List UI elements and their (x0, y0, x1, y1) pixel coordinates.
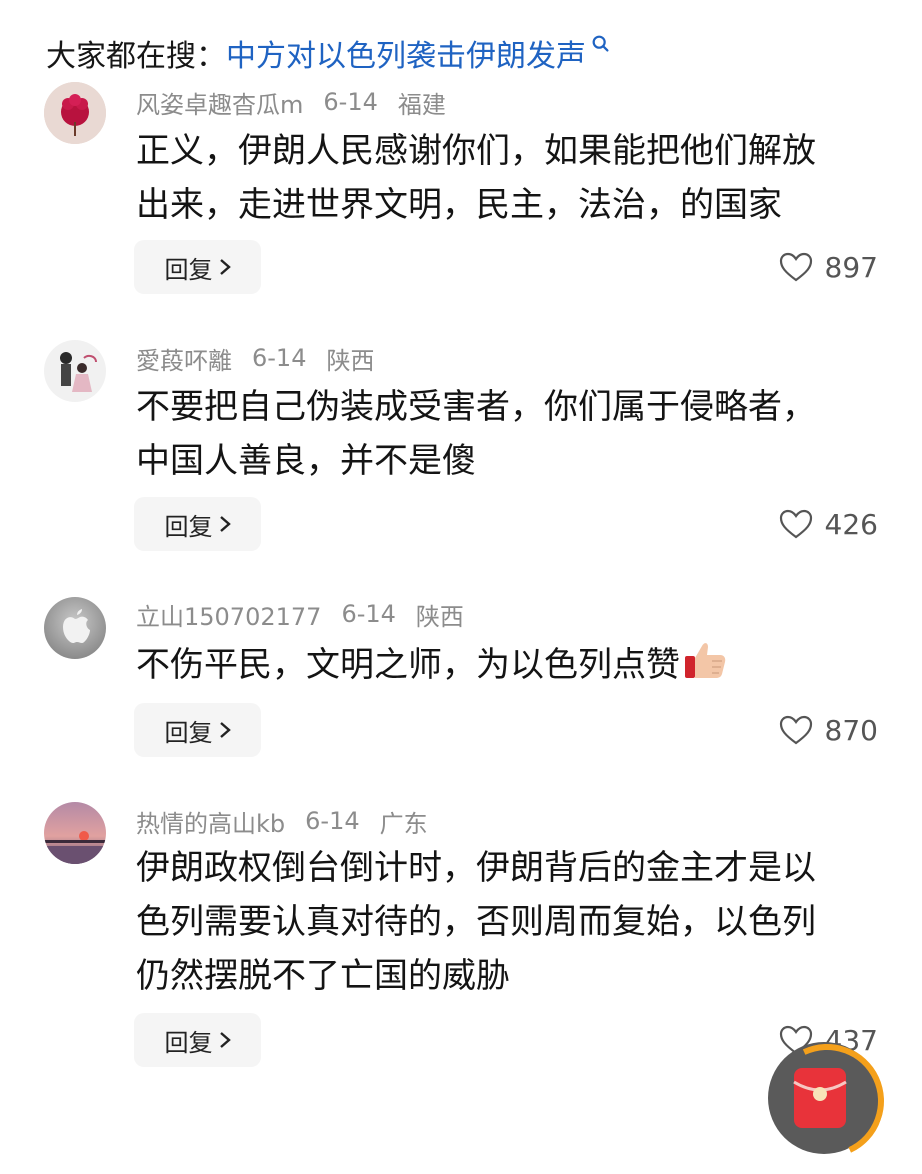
avatar-couple-icon (44, 340, 106, 402)
like-button[interactable]: 870 (779, 710, 878, 750)
chevron-right-icon (219, 259, 231, 275)
like-count: 426 (824, 507, 878, 541)
avatar[interactable] (44, 340, 106, 402)
heart-icon (779, 252, 812, 282)
avatar-flower-icon (44, 82, 106, 144)
comment-text-line: 伊朗政权倒台倒计时，伊朗背后的金主才是以 (136, 848, 816, 888)
chevron-right-icon (219, 722, 231, 738)
avatar[interactable] (44, 802, 106, 864)
comment-text: 正义，伊朗人民感谢你们，如果能把他们解放 出来，走进世界文明，民主，法治，的国家 (136, 124, 876, 232)
like-button[interactable]: 897 (779, 247, 878, 287)
username[interactable]: 风姿卓趣杳瓜m (136, 85, 303, 120)
like-count: 870 (824, 713, 878, 747)
comment-meta: 立山150702177 6-14 陕西 (136, 597, 484, 632)
reply-label: 回复 (164, 718, 213, 747)
reply-button[interactable]: 回复 (134, 703, 261, 757)
chevron-right-icon (219, 1032, 231, 1048)
reply-label: 回复 (164, 255, 213, 284)
comment-date: 6-14 (341, 600, 396, 628)
heart-icon (779, 509, 812, 539)
reply-label: 回复 (164, 512, 213, 541)
reply-button[interactable]: 回复 (134, 1013, 261, 1067)
comment-text: 伊朗政权倒台倒计时，伊朗背后的金主才是以 色列需要认真对待的，否则周而复始，以色… (136, 841, 876, 1003)
search-icon (592, 35, 609, 52)
comment-meta: 愛葮吥離 6-14 陕西 (136, 341, 394, 376)
search-suggestion-bar[interactable]: 大家都在搜： 中方对以色列袭击伊朗发声 (46, 30, 612, 76)
avatar-sunset-icon (44, 802, 106, 864)
search-query-link[interactable]: 中方对以色列袭击伊朗发声 (226, 31, 586, 75)
comment-date: 6-14 (252, 344, 307, 372)
comment-date: 6-14 (323, 88, 378, 116)
comment-meta: 风姿卓趣杳瓜m 6-14 福建 (136, 85, 466, 120)
avatar[interactable] (44, 597, 106, 659)
comment-text-line: 正义，伊朗人民感谢你们，如果能把他们解放 (136, 131, 816, 171)
comment-meta: 热情的高山kb 6-14 广东 (136, 804, 448, 839)
reply-button[interactable]: 回复 (134, 240, 261, 294)
comment-text-line: 出来，走进世界文明，民主，法治，的国家 (136, 185, 782, 225)
comment-text-line-content: 不伤平民，文明之师，为以色列点赞 (136, 645, 680, 685)
heart-icon (779, 715, 812, 745)
comment-text-line: 不伤平民，文明之师，为以色列点赞 (136, 636, 876, 692)
search-prefix-label: 大家都在搜： (46, 39, 226, 74)
comment-location: 广东 (379, 809, 428, 838)
avatar-apple-logo-icon (44, 597, 106, 659)
comment-location: 陕西 (415, 602, 464, 631)
chevron-right-icon (219, 516, 231, 532)
comment-text: 不要把自己伪装成受害者，你们属于侵略者， 中国人善良，并不是傻 (136, 380, 876, 488)
thumbs-up-emoji-icon (685, 643, 726, 678)
comment-text-line: 色列需要认真对待的，否则周而复始，以色列 (136, 902, 816, 942)
comment-text: 不伤平民，文明之师，为以色列点赞 (136, 636, 876, 692)
comment-text-line: 不要把自己伪装成受害者，你们属于侵略者， (136, 387, 816, 427)
like-button[interactable]: 426 (779, 504, 878, 544)
avatar[interactable] (44, 82, 106, 144)
comment-text-line: 中国人善良，并不是傻 (136, 441, 476, 481)
username[interactable]: 立山150702177 (136, 597, 321, 632)
username[interactable]: 愛葮吥離 (136, 341, 232, 376)
comment-date: 6-14 (305, 807, 360, 835)
floating-progress-ring (753, 1027, 901, 1174)
comment-location: 福建 (397, 90, 446, 119)
comment-location: 陕西 (326, 346, 375, 375)
reply-button[interactable]: 回复 (134, 497, 261, 551)
comment-text-line: 仍然摆脱不了亡国的威胁 (136, 956, 510, 996)
reply-label: 回复 (164, 1028, 213, 1057)
username[interactable]: 热情的高山kb (136, 804, 285, 839)
like-count: 897 (824, 250, 878, 284)
